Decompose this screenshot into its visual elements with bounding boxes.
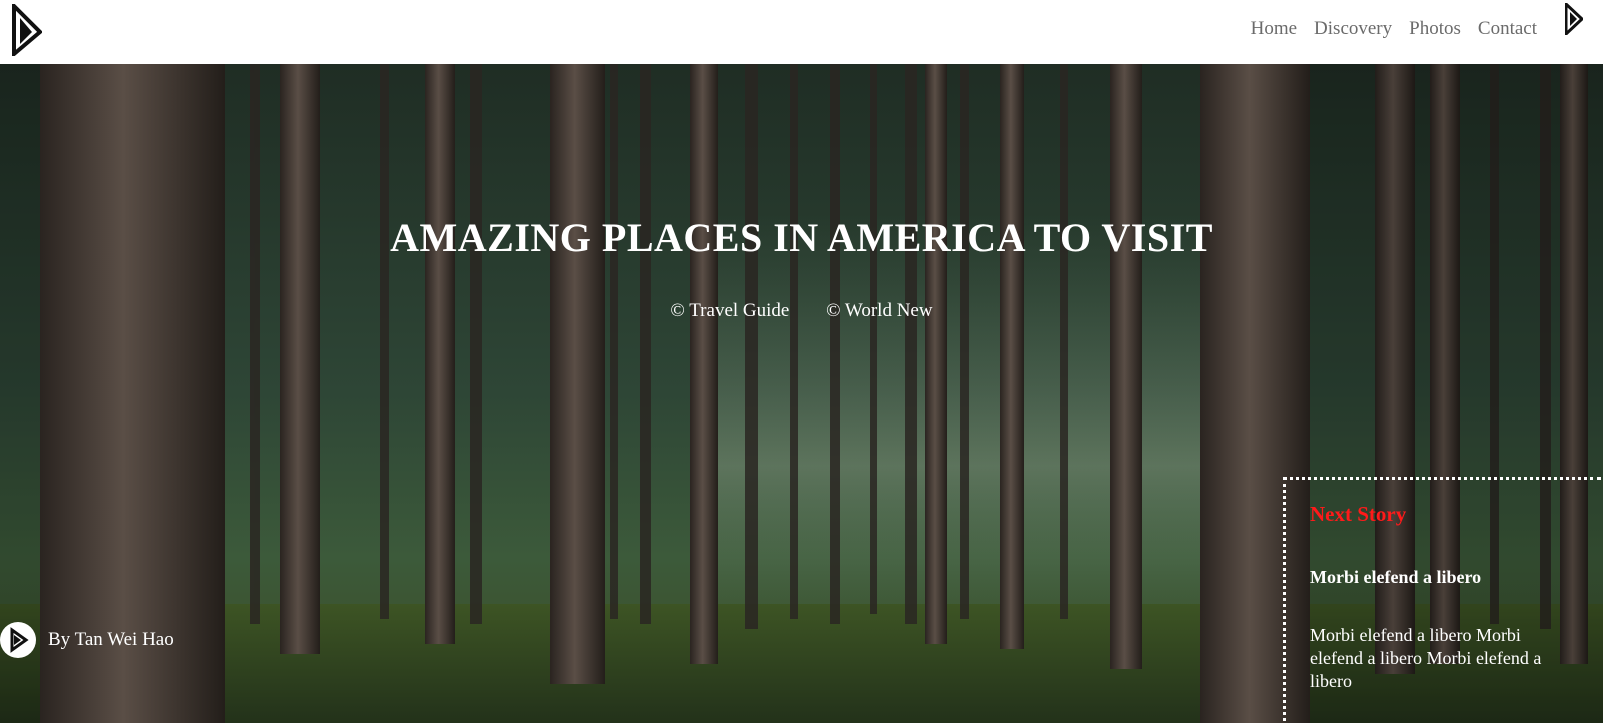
site-header: Home Discovery Photos Contact: [0, 0, 1603, 64]
nav-home[interactable]: Home: [1251, 18, 1297, 40]
nav-photos[interactable]: Photos: [1409, 18, 1461, 40]
hero-banner: AMAZING PLACES IN AMERICA TO VISIT © Tra…: [0, 64, 1603, 723]
brand-logo-icon: [10, 627, 29, 653]
main-nav: Home Discovery Photos Contact: [1251, 18, 1537, 40]
next-story-card[interactable]: Next Story Morbi elefend a libero Morbi …: [1283, 477, 1601, 723]
nav-discovery[interactable]: Discovery: [1314, 18, 1392, 40]
brand-logo-icon[interactable]: [12, 4, 42, 56]
next-story-label: Next Story: [1310, 502, 1407, 526]
tag-world-new[interactable]: © World New: [826, 300, 933, 321]
author-name: By Tan Wei Hao: [48, 629, 174, 650]
tag-travel-guide[interactable]: © Travel Guide: [670, 300, 789, 321]
next-story-heading[interactable]: Morbi elefend a libero: [1310, 567, 1577, 588]
next-story-text: Morbi elefend a libero Morbi elefend a l…: [1310, 625, 1542, 691]
author-avatar: [0, 622, 36, 658]
brand-logo-small-icon[interactable]: [1565, 3, 1583, 35]
hero-tags: © Travel Guide © World New: [0, 300, 1603, 322]
nav-contact[interactable]: Contact: [1478, 18, 1537, 40]
author-byline: By Tan Wei Hao: [0, 622, 174, 658]
hero-title: AMAZING PLACES IN AMERICA TO VISIT: [390, 215, 1213, 260]
